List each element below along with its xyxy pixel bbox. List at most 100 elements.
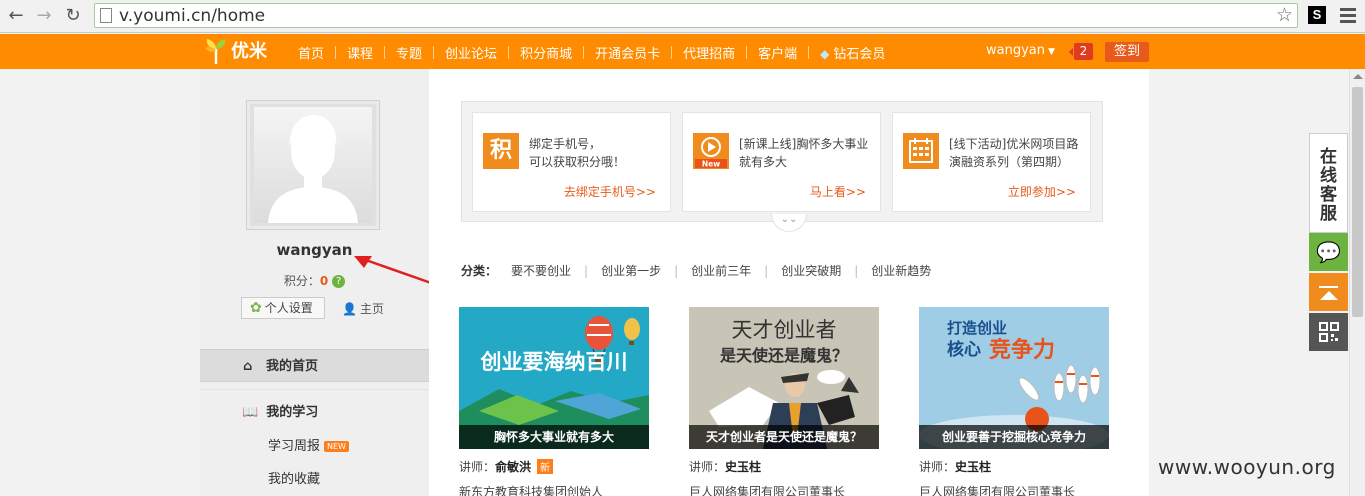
nav-forum[interactable]: 创业论坛: [445, 43, 497, 62]
course-thumbnail[interactable]: 天才创业者 是天使还是魔鬼？ 天才创业者是天使还是魔鬼？: [689, 307, 879, 449]
personal-settings-button[interactable]: ✿ 个人设置: [241, 297, 325, 319]
course-thumbnail[interactable]: 打造创业 核心 竞争力 创业要善于挖掘核心竞争力: [919, 307, 1109, 449]
nav-courses[interactable]: 课程: [347, 43, 373, 62]
category-item[interactable]: 创业突破期: [781, 262, 841, 279]
main-content: 积 绑定手机号， 可以获取积分哦！ 去绑定手机号>> New [新课上线]胸怀多大…: [429, 69, 1149, 496]
category-label: 分类：: [461, 264, 498, 278]
page-scrollbar[interactable]: [1349, 69, 1365, 496]
teacher-name[interactable]: 史玉柱: [955, 460, 991, 474]
avatar[interactable]: [246, 100, 380, 230]
homepage-link[interactable]: 👤 主页: [342, 300, 384, 317]
nav-diamond-member[interactable]: ◆ 钻石会员: [820, 43, 885, 62]
scroll-up-icon[interactable]: [1353, 74, 1363, 79]
scrollbar-thumb[interactable]: [1352, 87, 1363, 317]
annotation-arrow-icon: [354, 256, 435, 286]
category-item[interactable]: 要不要创业: [511, 262, 571, 279]
person-icon: 👤: [342, 302, 357, 316]
nav-membership-card[interactable]: 开通会员卡: [595, 43, 660, 62]
promo-card-new-course[interactable]: New [新课上线]胸怀多大事业 就有多大 马上看>>: [682, 112, 881, 212]
user-menu[interactable]: wangyan ▼: [986, 43, 1055, 58]
course-image-title: 核心: [947, 339, 981, 360]
divider: [200, 389, 429, 390]
nav-agent[interactable]: 代理招商: [683, 43, 735, 62]
sidebar-item-my-home[interactable]: ⌂ 我的首页: [200, 349, 429, 382]
course-thumbnail[interactable]: 创业要海纳百川 胸怀多大事业就有多大: [459, 307, 649, 449]
back-to-top-icon[interactable]: [1309, 273, 1348, 311]
header-username: wangyan: [986, 43, 1045, 58]
browser-menu-icon[interactable]: [1340, 6, 1356, 24]
course-image-title: 竞争力: [989, 337, 1055, 363]
back-arrow-icon[interactable]: ←: [6, 6, 26, 26]
url-text[interactable]: v.youmi.cn/home: [119, 6, 265, 26]
course-card[interactable]: 天才创业者 是天使还是魔鬼？ 天才创业者是天使还是魔鬼？ 讲师：史玉柱 巨人网络…: [689, 307, 879, 496]
course-image-title: 天才创业者: [732, 318, 837, 342]
checkin-button[interactable]: 签到: [1105, 42, 1149, 62]
sidebar-item-weekly-report[interactable]: 学习周报 NEW: [268, 435, 349, 454]
qr-code-icon[interactable]: [1309, 313, 1348, 351]
book-icon: 📖: [242, 405, 259, 420]
points-value: 0: [319, 274, 329, 288]
new-label: New: [702, 160, 720, 169]
course-image-title: 打造创业: [947, 319, 1007, 337]
promo-card-bind-phone[interactable]: 积 绑定手机号， 可以获取积分哦！ 去绑定手机号>>: [472, 112, 671, 212]
settings-label: 个人设置: [264, 301, 313, 315]
teacher-name[interactable]: 俞敏洪: [495, 460, 531, 474]
promo-text: 绑定手机号，: [529, 137, 602, 151]
join-now-link[interactable]: 立即参加>>: [1008, 183, 1076, 200]
sidebar-item-label: 我的首页: [266, 359, 319, 374]
sidebar-item-favorites[interactable]: 我的收藏: [268, 468, 320, 487]
category-item[interactable]: 创业新趋势: [871, 262, 931, 279]
collapse-toggle-icon[interactable]: ⌄⌄: [771, 214, 807, 232]
address-bar[interactable]: v.youmi.cn/home ☆: [94, 3, 1298, 28]
teacher-org: 巨人网络集团有限公司董事长: [689, 485, 846, 496]
sidebar-item-my-learning[interactable]: 📖 我的学习: [242, 401, 318, 420]
teacher-name[interactable]: 史玉柱: [725, 460, 761, 474]
course-card[interactable]: 创业要海纳百川 胸怀多大事业就有多大 讲师：俞敏洪新 新东方教育科技集团创始人: [459, 307, 649, 496]
diamond-icon: ◆: [820, 46, 830, 61]
course-card[interactable]: 打造创业 核心 竞争力 创业要善于挖掘核心竞争力 讲师：史玉柱 巨人网络集团有限…: [919, 307, 1109, 496]
online-service-button[interactable]: 在线客服: [1309, 133, 1348, 233]
site-header: 优米 首页 课程 专题 创业论坛 积分商城 开通会员卡 代理招商 客户端 ◆ 钻石…: [0, 34, 1365, 69]
chat-bubble-icon[interactable]: 💬: [1309, 233, 1348, 271]
nav-client[interactable]: 客户端: [758, 43, 797, 62]
teacher-label: 讲师：: [689, 460, 726, 474]
browser-toolbar: ← → ↻ v.youmi.cn/home ☆ S: [0, 0, 1365, 33]
teacher-org: 巨人网络集团有限公司董事长: [919, 485, 1076, 496]
forward-arrow-icon[interactable]: →: [34, 6, 54, 26]
promo-text: 可以获取积分哦！: [529, 155, 626, 169]
course-image-title: 创业要海纳百川: [480, 350, 628, 374]
promo-card-offline-event[interactable]: [线下活动]优米网项目路 演融资系列（第四期） 立即参加>>: [892, 112, 1091, 212]
category-item[interactable]: 创业前三年: [691, 262, 751, 279]
main-nav: 首页 课程 专题 创业论坛 积分商城 开通会员卡 代理招商 客户端 ◆ 钻石会员: [298, 43, 885, 62]
homepage-label: 主页: [359, 302, 384, 316]
gear-icon: ✿: [250, 300, 262, 316]
category-item[interactable]: 创业第一步: [601, 262, 661, 279]
site-logo[interactable]: 优米: [203, 37, 267, 67]
points-icon: 积: [483, 133, 519, 169]
nav-diamond-label: 钻石会员: [833, 46, 886, 62]
nav-topics[interactable]: 专题: [396, 43, 422, 62]
nav-points-mall[interactable]: 积分商城: [520, 43, 572, 62]
teacher-org: 新东方教育科技集团创始人: [459, 485, 604, 496]
promo-text: 就有多大: [739, 155, 788, 169]
extension-icon[interactable]: S: [1308, 6, 1326, 24]
bind-phone-link[interactable]: 去绑定手机号>>: [564, 183, 656, 200]
points-label: 积分：: [283, 274, 320, 288]
logo-leaf-icon: [205, 39, 226, 64]
online-service-label: 在线客服: [1320, 147, 1337, 224]
house-icon: ⌂: [243, 359, 253, 374]
new-badge: NEW: [324, 441, 349, 452]
promo-text: [线下活动]优米网项目路: [949, 137, 1079, 151]
reload-icon[interactable]: ↻: [63, 6, 83, 26]
chevron-down-icon: ▼: [1048, 47, 1055, 57]
calendar-icon: [903, 133, 939, 169]
watch-now-link[interactable]: 马上看>>: [810, 183, 866, 200]
bookmark-star-icon[interactable]: ☆: [1276, 4, 1293, 26]
notification-badge[interactable]: 2: [1069, 43, 1093, 60]
teacher-label: 讲师：: [919, 460, 956, 474]
nav-home[interactable]: 首页: [298, 43, 324, 62]
promo-panel: 积 绑定手机号， 可以获取积分哦！ 去绑定手机号>> New [新课上线]胸怀多大…: [461, 101, 1103, 222]
page-icon: [100, 8, 112, 23]
help-icon[interactable]: ?: [332, 275, 346, 288]
promo-text: 演融资系列（第四期）: [949, 155, 1070, 169]
